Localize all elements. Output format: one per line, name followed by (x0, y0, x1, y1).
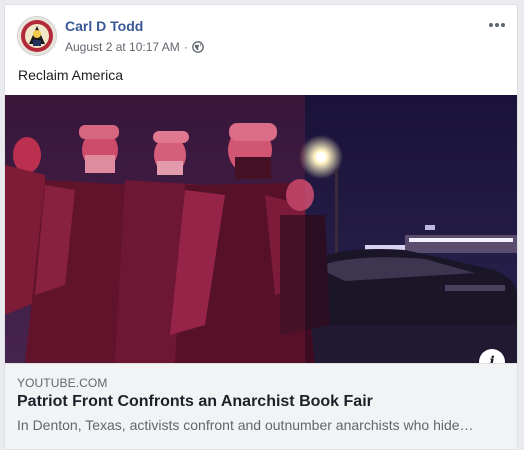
video-thumbnail[interactable]: i (5, 95, 517, 363)
post-text: Reclaim America (18, 67, 124, 83)
thumbnail-scene (5, 95, 517, 363)
globe-icon (191, 41, 204, 53)
meta-separator: · (183, 40, 188, 54)
author-name[interactable]: Carl D Todd (65, 18, 143, 34)
author-avatar[interactable] (17, 16, 57, 56)
more-options-icon[interactable] (485, 17, 509, 33)
feed-post: Carl D Todd August 2 at 10:17 AM · Recla… (4, 4, 518, 450)
post-meta: August 2 at 10:17 AM · (65, 40, 204, 54)
link-title[interactable]: Patriot Front Confronts an Anarchist Boo… (17, 393, 373, 411)
link-domain: YOUTUBE.COM (17, 376, 108, 390)
post-timestamp[interactable]: August 2 at 10:17 AM (65, 40, 180, 54)
link-description: In Denton, Texas, activists confront and… (17, 417, 474, 433)
link-preview-card[interactable]: YOUTUBE.COM Patriot Front Confronts an A… (5, 363, 517, 449)
